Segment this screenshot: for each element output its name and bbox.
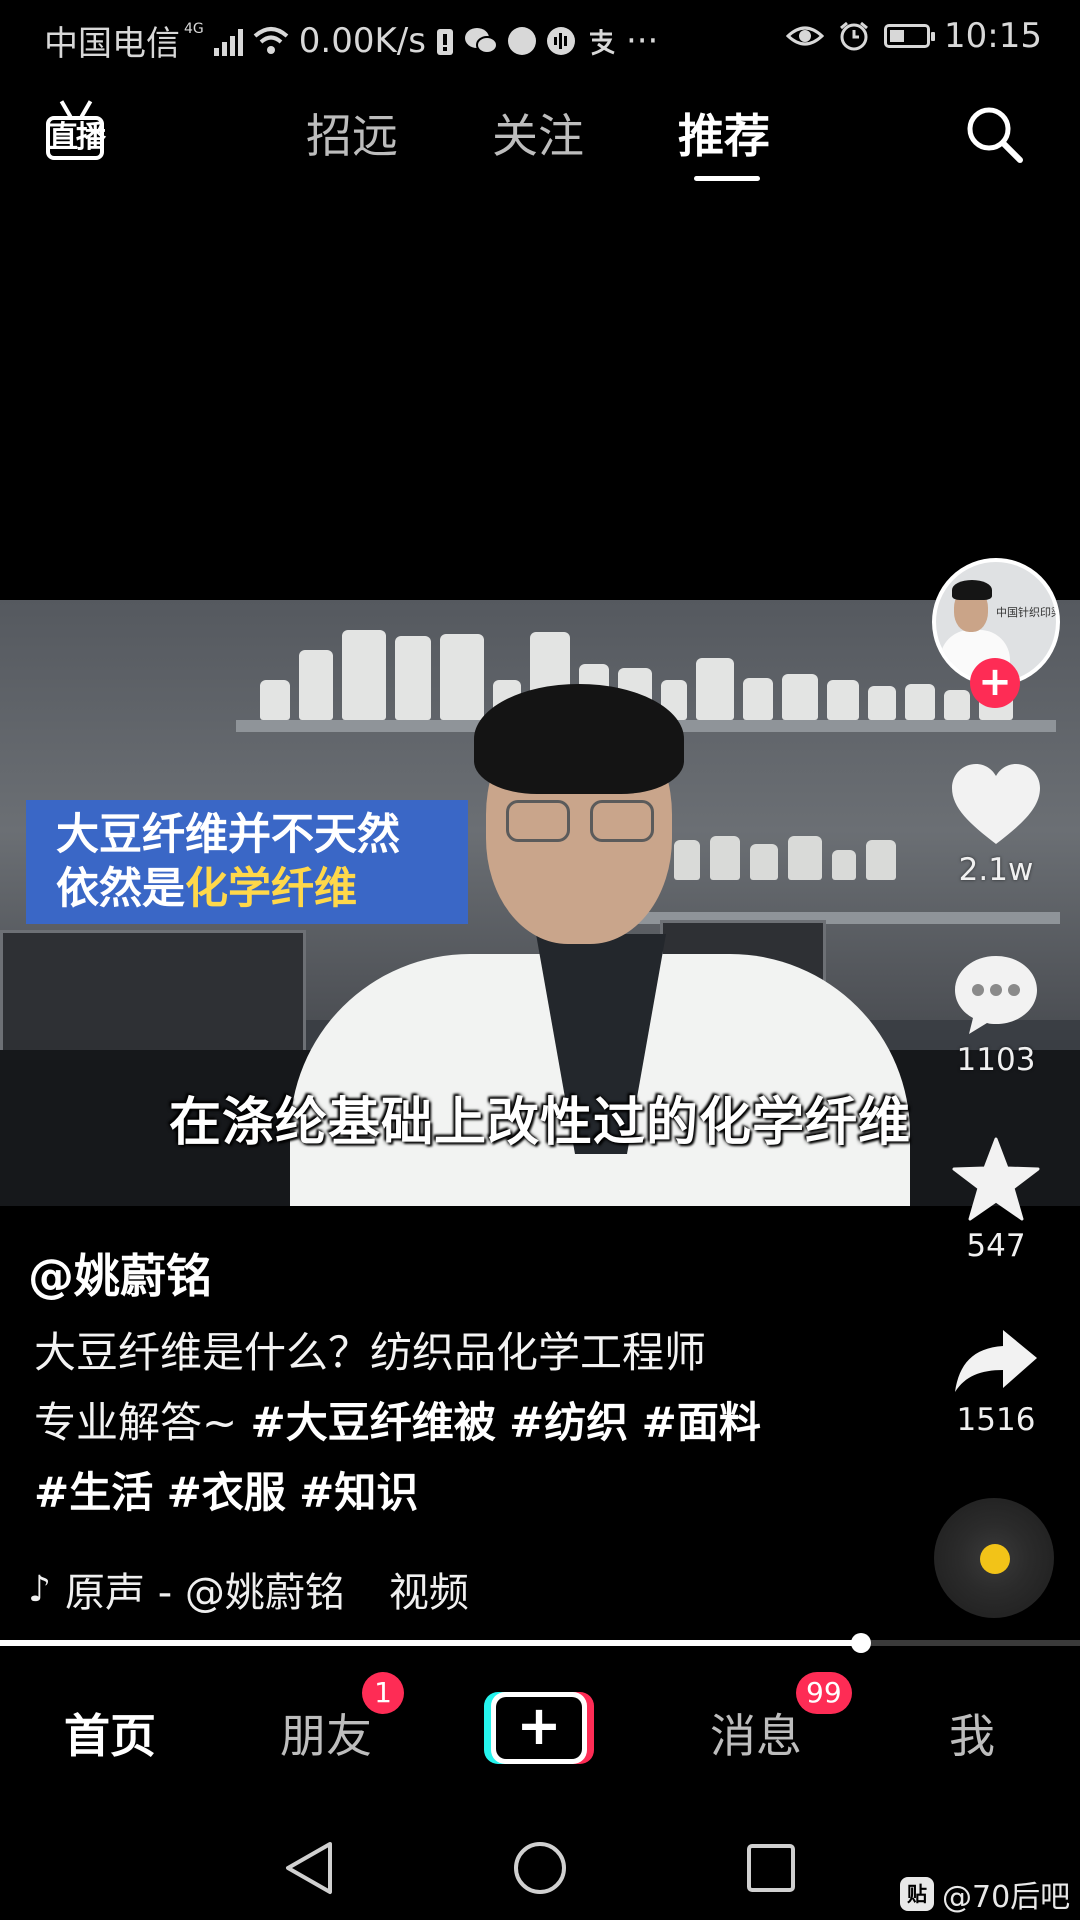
app-icon <box>507 26 536 55</box>
status-right: 10:15 <box>786 16 1042 56</box>
status-left: 中国电信 4G 0.00K/s ··· <box>44 16 658 65</box>
favorite-button[interactable]: 547 <box>930 1136 1062 1264</box>
share-count: 1516 <box>956 1402 1036 1438</box>
video-description: 大豆纤维是什么？纺织品化学工程师 专业解答~ #大豆纤维被 #纺织 #面料 #生… <box>34 1318 864 1528</box>
messages-badge: 99 <box>796 1672 852 1714</box>
eye-icon <box>786 26 825 46</box>
video-player[interactable]: 大豆纤维并不天然 依然是化学纤维 在涤纶基础上改性过的化学纤维 <box>0 600 1080 1206</box>
progress-handle[interactable] <box>850 1633 871 1653</box>
description-line3: #生活 #衣服 #知识 <box>34 1458 864 1528</box>
share-button[interactable]: 1516 <box>930 1326 1062 1438</box>
watermark: 贴 @70后吧 <box>900 1872 1070 1916</box>
glasses <box>500 800 660 844</box>
like-button[interactable]: 2.1w <box>930 762 1062 888</box>
comment-button[interactable]: 1103 <box>930 952 1062 1078</box>
author-name[interactable]: @姚蔚铭 <box>28 1240 212 1306</box>
follow-button[interactable]: + <box>970 658 1020 708</box>
status-bar: 中国电信 4G 0.00K/s ··· 10:15 <box>0 0 1080 76</box>
music-disc-center <box>980 1544 1010 1574</box>
tab-recommended[interactable]: 推荐 <box>678 100 770 166</box>
music-extra: 视频 <box>388 1570 469 1616</box>
tieba-icon: 贴 <box>900 1877 934 1911</box>
friends-badge: 1 <box>362 1672 404 1714</box>
active-tab-indicator <box>694 176 760 181</box>
home-icon[interactable] <box>512 1840 568 1896</box>
hashtag[interactable]: #面料 <box>642 1398 761 1447</box>
create-button[interactable]: + <box>484 1692 594 1764</box>
presenter-hair <box>474 684 684 794</box>
comment-count: 1103 <box>956 1042 1036 1078</box>
like-count: 2.1w <box>958 852 1034 888</box>
share-icon <box>955 1330 1037 1392</box>
overlay-line2-prefix: 依然是 <box>56 864 185 914</box>
comment-icon <box>955 956 1037 1034</box>
more-indicator: ··· <box>625 20 659 61</box>
heart-icon <box>952 764 1040 844</box>
watermark-text: @70后吧 <box>942 1880 1071 1915</box>
plus-icon: + <box>496 1697 582 1759</box>
alarm-icon <box>840 21 868 51</box>
tab-location[interactable]: 招远 <box>306 100 398 166</box>
carrier-label: 中国电信 <box>44 24 180 64</box>
battery-icon <box>884 24 936 48</box>
favorite-count: 547 <box>966 1228 1026 1264</box>
hashtag[interactable]: #生活 <box>34 1468 153 1517</box>
tab-following[interactable]: 关注 <box>492 100 584 166</box>
description-line1: 大豆纤维是什么？纺织品化学工程师 <box>34 1328 707 1377</box>
video-progress-bar[interactable] <box>0 1633 1080 1653</box>
hashtag[interactable]: #纺织 <box>509 1398 628 1447</box>
tab-me[interactable]: 我 <box>882 1700 1062 1766</box>
hashtag[interactable]: #大豆纤维被 <box>251 1398 496 1447</box>
wechat-icon <box>464 27 498 54</box>
hashtag[interactable]: #衣服 <box>167 1468 286 1517</box>
overlay-highlight: 化学纤维 <box>185 864 357 914</box>
back-icon[interactable] <box>282 1840 336 1896</box>
tab-home[interactable]: 首页 <box>20 1700 200 1766</box>
soundwave-icon <box>546 26 575 55</box>
avatar-caption: 中国针织印染 eing & Printing Techn <box>996 606 1060 619</box>
recents-icon[interactable] <box>746 1840 796 1896</box>
video-title-overlay: 大豆纤维并不天然 依然是化学纤维 <box>26 800 468 924</box>
hashtag[interactable]: #知识 <box>299 1468 418 1517</box>
star-icon <box>952 1137 1040 1221</box>
music-info[interactable]: ♪ 原声 - @姚蔚铭 视频 <box>28 1560 469 1618</box>
search-icon[interactable] <box>962 102 1026 166</box>
description-text: 专业解答~ <box>34 1398 251 1447</box>
clock: 10:15 <box>944 16 1042 56</box>
top-tabs: 招远 关注 推荐 <box>0 100 1080 181</box>
signal-icon <box>213 26 243 56</box>
music-note-icon: ♪ <box>28 1568 51 1610</box>
music-title: 原声 - @姚蔚铭 <box>64 1570 345 1616</box>
video-subtitle: 在涤纶基础上改性过的化学纤维 <box>168 1093 911 1153</box>
battery-alert-icon <box>436 28 453 55</box>
network-speed: 0.00K/s <box>298 20 426 61</box>
alipay-icon <box>589 28 615 55</box>
music-disc[interactable] <box>934 1498 1054 1618</box>
wifi-icon <box>253 26 289 54</box>
description-line2: 专业解答~ #大豆纤维被 #纺织 #面料 <box>34 1388 864 1458</box>
progress-fill <box>0 1640 861 1646</box>
avatar-hair <box>952 580 992 600</box>
overlay-line1: 大豆纤维并不天然 <box>56 810 400 860</box>
overlay-line2: 依然是化学纤维 <box>56 862 468 916</box>
network-type: 4G <box>184 20 204 37</box>
